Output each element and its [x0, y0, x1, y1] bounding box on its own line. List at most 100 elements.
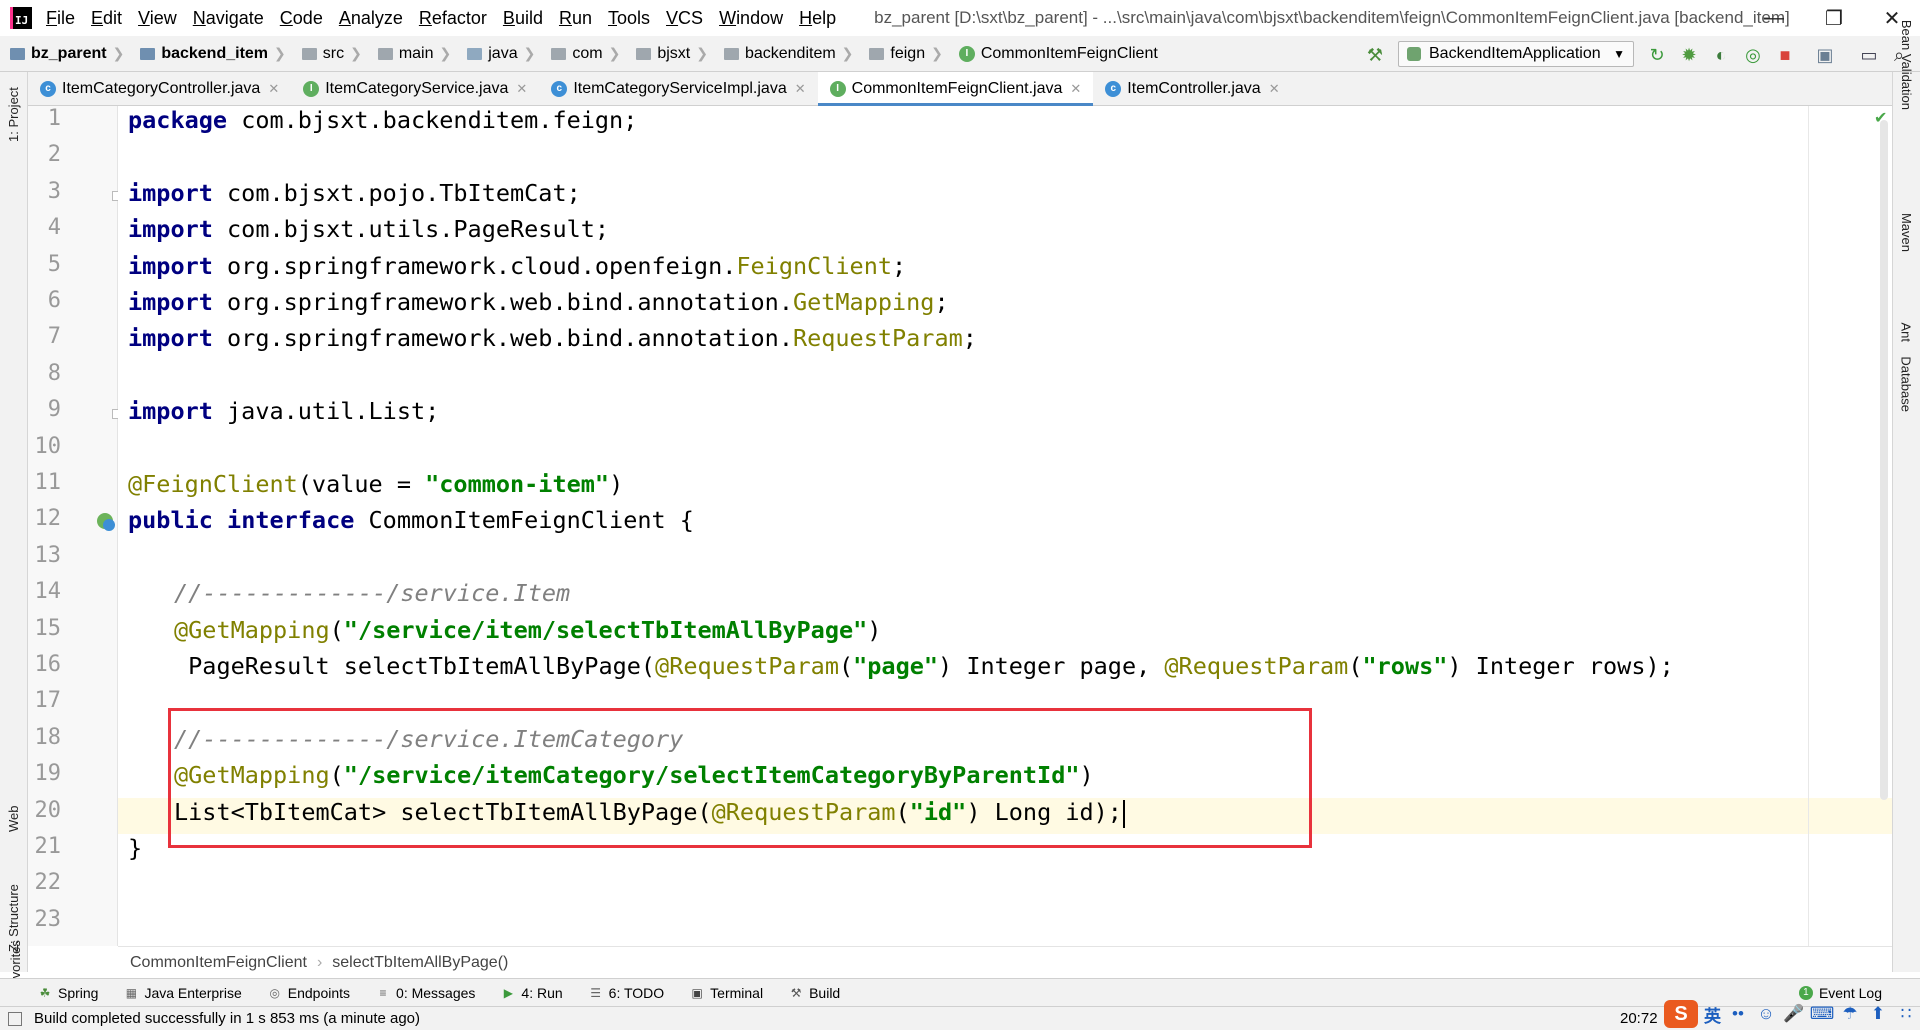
- build-hammer-icon[interactable]: ⚒: [1364, 44, 1386, 66]
- run-configuration-select[interactable]: BackendItemApplication ▼: [1398, 41, 1634, 67]
- tab-item-controller[interactable]: c ItemController.java ✕: [1093, 72, 1291, 105]
- close-tab-icon[interactable]: ✕: [1070, 81, 1081, 97]
- ant-tool-tab[interactable]: Ant: [1899, 322, 1914, 342]
- web-tool-tab[interactable]: Web: [6, 806, 21, 833]
- crumb-src[interactable]: src ❯: [292, 36, 368, 71]
- tab-item-category-service-impl[interactable]: c ItemCategoryServiceImpl.java ✕: [539, 72, 817, 105]
- crumb-file[interactable]: I CommonItemFeignClient: [949, 36, 1164, 71]
- menu-file[interactable]: File: [46, 8, 75, 29]
- breadcrumb-class[interactable]: CommonItemFeignClient: [130, 954, 307, 972]
- menu-refactor[interactable]: Refactor: [419, 8, 487, 29]
- menu-vcs[interactable]: VCS: [666, 8, 703, 29]
- build-tool-button[interactable]: ⚒ Build: [789, 985, 841, 1001]
- profile-icon[interactable]: ◎: [1742, 44, 1764, 66]
- intellij-logo-icon[interactable]: IJ: [10, 7, 32, 29]
- endpoints-tool-button[interactable]: ◎ Endpoints: [268, 985, 351, 1001]
- spring-bean-icon[interactable]: [94, 510, 118, 534]
- comment: //-------------/service.ItemCategory: [174, 725, 684, 753]
- restore-icon[interactable]: ❐: [1804, 0, 1864, 36]
- line-number: 15: [34, 616, 62, 641]
- emoji-icon[interactable]: ☺: [1755, 1003, 1777, 1025]
- crumb-com[interactable]: com ❯: [541, 36, 626, 71]
- terminal-tool-button[interactable]: ▣ Terminal: [690, 985, 764, 1001]
- code-text: ) Integer rows);: [1447, 652, 1674, 680]
- crumb-label: bz_parent: [31, 44, 107, 62]
- code-text: ): [1079, 761, 1094, 789]
- breadcrumb-separator: ›: [316, 953, 323, 971]
- annotation: @RequestParam: [711, 798, 896, 826]
- close-tab-icon[interactable]: ✕: [795, 81, 806, 97]
- settings-grid-icon[interactable]: ∷: [1895, 1003, 1917, 1025]
- code-editor[interactable]: package com.bjsxt.backenditem.feign; imp…: [118, 106, 1892, 946]
- breadcrumb-method[interactable]: selectTbItemAllByPage(): [332, 954, 508, 972]
- java-enterprise-tool-button[interactable]: ▦ Java Enterprise: [124, 985, 242, 1001]
- string-literal: "page": [853, 652, 939, 680]
- tab-common-item-feign-client[interactable]: I CommonItemFeignClient.java ✕: [817, 72, 1094, 106]
- tab-label: ItemCategoryController.java: [62, 79, 261, 97]
- menu-analyze[interactable]: Analyze: [339, 8, 403, 29]
- editor-scrollbar[interactable]: [1880, 120, 1888, 800]
- minimize-icon[interactable]: —: [1744, 0, 1804, 36]
- run-icon[interactable]: ↻: [1646, 44, 1668, 66]
- caret-position[interactable]: 20:72: [1620, 1010, 1658, 1027]
- menu-tools[interactable]: Tools: [608, 8, 650, 29]
- status-message[interactable]: Build completed successfully in 1 s 853 …: [34, 1010, 420, 1027]
- todo-tool-button[interactable]: ☰ 6: TODO: [589, 985, 664, 1001]
- microphone-icon[interactable]: 🎤: [1783, 1003, 1805, 1025]
- crumb-backenditem[interactable]: backenditem ❯: [714, 36, 859, 71]
- crumb-label: java: [488, 44, 518, 62]
- package-icon: [636, 47, 652, 60]
- spring-tool-button[interactable]: ☘ Spring: [38, 985, 99, 1001]
- stop-icon[interactable]: ■: [1774, 44, 1796, 66]
- messages-tool-button[interactable]: ≡ 0: Messages: [376, 985, 476, 1001]
- bean-validation-tool-tab[interactable]: Bean Validation: [1899, 20, 1914, 110]
- line-number-gutter[interactable]: 1 2 3 4 5 6 7 8 9 10 11 12 13 14 15 16 1…: [28, 106, 122, 946]
- code-text: }: [128, 834, 143, 862]
- tab-item-category-controller[interactable]: c ItemCategoryController.java ✕: [28, 72, 291, 105]
- comment: //-------------/service.Item: [174, 579, 571, 607]
- keyboard-icon[interactable]: ⌨: [1810, 1003, 1835, 1025]
- debug-icon[interactable]: ✹: [1678, 44, 1700, 66]
- toolbox-icon[interactable]: ⬆: [1867, 1003, 1889, 1025]
- crumb-project[interactable]: bz_parent ❯: [0, 36, 130, 71]
- menu-edit[interactable]: Edit: [91, 8, 122, 29]
- code-text: List<TbItemCat> selectTbItemAllByPage(: [174, 798, 712, 826]
- layout-icon[interactable]: ▭: [1858, 44, 1880, 66]
- menu-code[interactable]: Code: [280, 8, 323, 29]
- close-tab-icon[interactable]: ✕: [1269, 81, 1280, 97]
- tab-item-category-service[interactable]: I ItemCategoryService.java ✕: [291, 72, 539, 105]
- keyword: import: [128, 397, 213, 425]
- crumb-bjsxt[interactable]: bjsxt ❯: [626, 36, 714, 71]
- menu-run[interactable]: Run: [559, 8, 592, 29]
- menu-help[interactable]: Help: [799, 8, 836, 29]
- sogou-ime-logo-icon[interactable]: S: [1664, 1000, 1698, 1028]
- coverage-icon[interactable]: ◐: [1710, 44, 1732, 66]
- tool-windows-toggle-icon[interactable]: [8, 1011, 22, 1026]
- punctuation-icon[interactable]: ••: [1727, 1003, 1749, 1025]
- line-number: 8: [47, 361, 61, 386]
- menu-window[interactable]: Window: [719, 8, 783, 29]
- menu-navigate[interactable]: Navigate: [193, 8, 264, 29]
- crumb-main[interactable]: main ❯: [368, 36, 457, 71]
- menu-view[interactable]: View: [138, 8, 177, 29]
- close-tab-icon[interactable]: ✕: [516, 81, 527, 97]
- line-number: 5: [47, 252, 61, 277]
- crumb-label: CommonItemFeignClient: [980, 44, 1158, 62]
- crumb-java[interactable]: java ❯: [457, 36, 541, 71]
- right-tool-strip: Bean Validation Maven Ant Database: [1892, 20, 1920, 972]
- run-tool-button[interactable]: ▶ 4: Run: [501, 985, 563, 1001]
- maven-tool-tab[interactable]: Maven: [1899, 213, 1914, 252]
- close-tab-icon[interactable]: ✕: [268, 81, 279, 97]
- skin-icon[interactable]: ☂: [1839, 1003, 1861, 1025]
- crumb-module[interactable]: backend_item ❯: [130, 36, 291, 71]
- project-tool-tab[interactable]: 1: Project: [6, 87, 21, 142]
- code-line-15: @GetMapping("/service/item/selectTbItemA…: [174, 616, 881, 652]
- line-number: 7: [47, 324, 61, 349]
- project-structure-icon[interactable]: ▣: [1814, 44, 1836, 66]
- tab-label: ItemController.java: [1127, 79, 1261, 97]
- database-tool-tab[interactable]: Database: [1899, 356, 1914, 412]
- event-log-button[interactable]: 1 Event Log: [1798, 985, 1882, 1001]
- menu-build[interactable]: Build: [503, 8, 543, 29]
- ime-language-toggle[interactable]: 英: [1704, 1002, 1721, 1027]
- crumb-feign[interactable]: feign ❯: [859, 36, 948, 71]
